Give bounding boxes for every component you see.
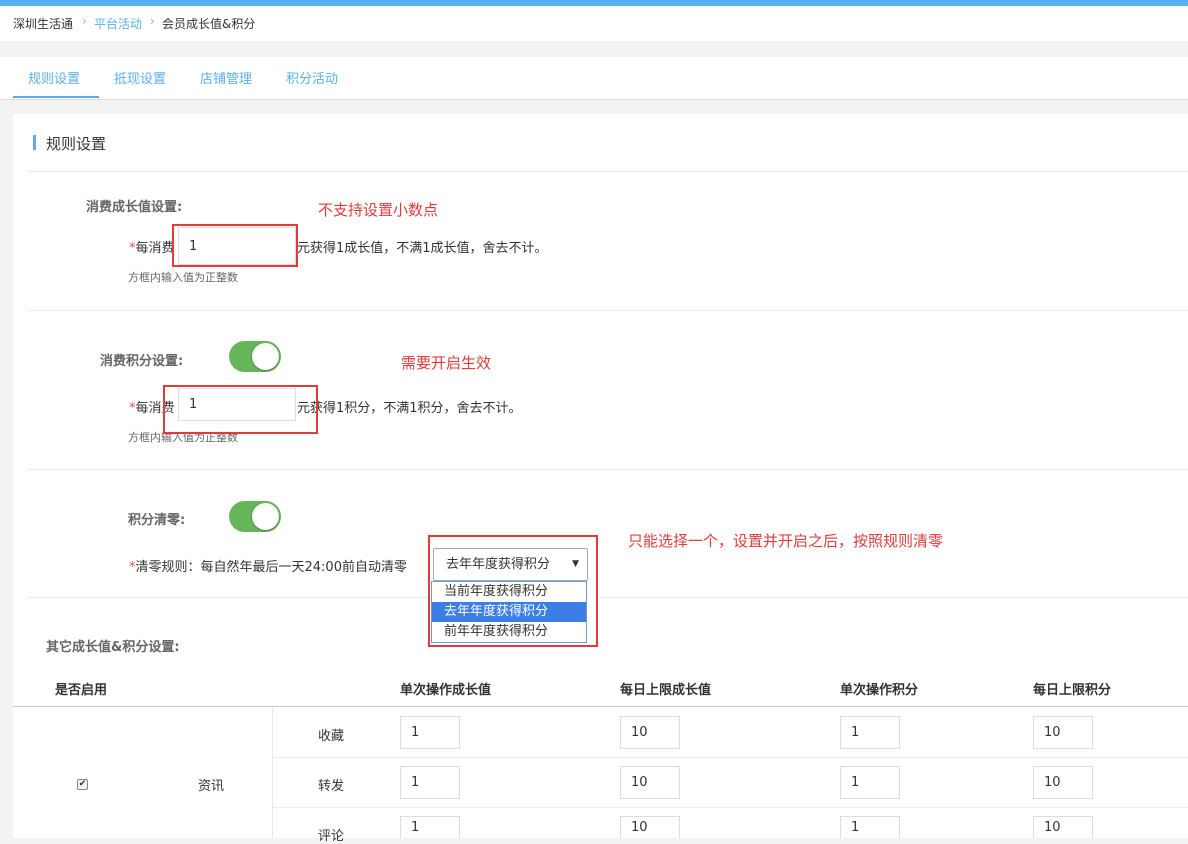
clear-option-last-year[interactable]: 去年年度获得积分 [432,602,586,622]
toggle-knob [252,343,279,370]
growth-daily-limit-input[interactable] [620,766,680,799]
points-annotation: 需要开启生效 [401,354,492,372]
divider [28,310,1188,311]
points-prefix-label: *每消费 [129,401,175,416]
growth-suffix-text: 元获得1成长值，不满1成长值，舍去不计。 [297,241,548,256]
breadcrumb: 深圳生活通 › 平台活动 › 会员成长值&积分 [0,6,1188,41]
divider [600,597,1188,598]
chevron-down-icon: ▼ [572,559,579,569]
clear-rule-text: *清零规则：每自然年最后一天24:00前自动清零 [129,560,407,575]
points-hint: 方框内输入值为正整数 [128,431,238,444]
growth-per-action-input[interactable] [400,766,460,799]
section-title: 规则设置 [46,135,107,153]
breadcrumb-root[interactable]: 深圳生活通 [13,15,73,32]
points-suffix-text: 元获得1积分，不满1积分，舍去不计。 [297,401,522,416]
growth-daily-limit-input[interactable] [620,716,680,749]
points-setting-label: 消费积分设置: [100,354,184,369]
clear-rule-selected: 去年年度获得积分 [446,557,551,572]
points-clear-toggle[interactable] [229,501,281,532]
header-points-per-action: 单次操作积分 [840,683,919,698]
breadcrumb-separator: › [150,14,155,28]
growth-annotation: 不支持设置小数点 [318,201,439,219]
clear-option-current-year[interactable]: 当前年度获得积分 [432,582,586,602]
points-clear-label: 积分清零: [128,513,186,528]
row-name: 转发 [318,779,345,794]
toggle-knob [252,503,279,530]
growth-hint: 方框内输入值为正整数 [128,271,238,284]
growth-amount-input[interactable] [178,227,296,265]
header-points-daily-limit: 每日上限积分 [1033,683,1112,698]
header-growth-per-action: 单次操作成长值 [400,683,492,698]
breadcrumb-section[interactable]: 平台活动 [94,15,142,32]
active-tab-indicator [13,96,99,98]
group-name: 资讯 [198,779,225,794]
group-enable-checkbox[interactable]: ✔ [77,779,88,790]
row-name: 评论 [318,829,345,844]
clear-option-year-before-last[interactable]: 前年年度获得积分 [432,622,586,642]
other-settings-label: 其它成长值&积分设置: [46,640,180,655]
tab-bar: 规则设置 抵现设置 店铺管理 积分活动 [0,57,1188,100]
growth-per-action-input[interactable] [400,716,460,749]
points-amount-input[interactable] [178,388,296,421]
growth-daily-limit-input[interactable] [620,816,680,838]
table-group-divider [272,707,273,838]
header-growth-daily-limit: 每日上限成长值 [620,683,712,698]
tab-points-activity[interactable]: 积分活动 [286,68,338,87]
section-title-marker [33,135,36,150]
tab-deduction-settings[interactable]: 抵现设置 [114,68,166,87]
tab-rule-settings[interactable]: 规则设置 [28,68,80,87]
divider [28,171,1188,172]
growth-setting-label: 消费成长值设置: [86,200,183,215]
breadcrumb-separator: › [82,14,87,28]
clear-rule-dropdown: 当前年度获得积分 去年年度获得积分 前年年度获得积分 [431,581,587,643]
row-name: 收藏 [318,729,345,744]
settings-panel [13,114,1188,838]
points-daily-limit-input[interactable] [1033,766,1093,799]
points-enable-toggle[interactable] [229,341,281,372]
points-per-action-input[interactable] [840,816,900,838]
points-daily-limit-input[interactable] [1033,816,1093,838]
row-divider [273,757,1188,758]
header-enabled: 是否启用 [55,683,108,698]
divider [28,469,1188,470]
points-daily-limit-input[interactable] [1033,716,1093,749]
table-header-divider [13,706,1188,707]
clear-rule-select[interactable]: 去年年度获得积分 ▼ [433,548,588,581]
divider [28,597,428,598]
clear-annotation: 只能选择一个，设置并开启之后，按照规则清零 [628,532,944,550]
growth-per-action-input[interactable] [400,816,460,838]
points-per-action-input[interactable] [840,766,900,799]
points-per-action-input[interactable] [840,716,900,749]
growth-prefix-label: *每消费 [129,241,175,256]
row-divider [273,807,1188,808]
breadcrumb-current: 会员成长值&积分 [162,17,256,31]
tab-store-management[interactable]: 店铺管理 [200,68,252,87]
